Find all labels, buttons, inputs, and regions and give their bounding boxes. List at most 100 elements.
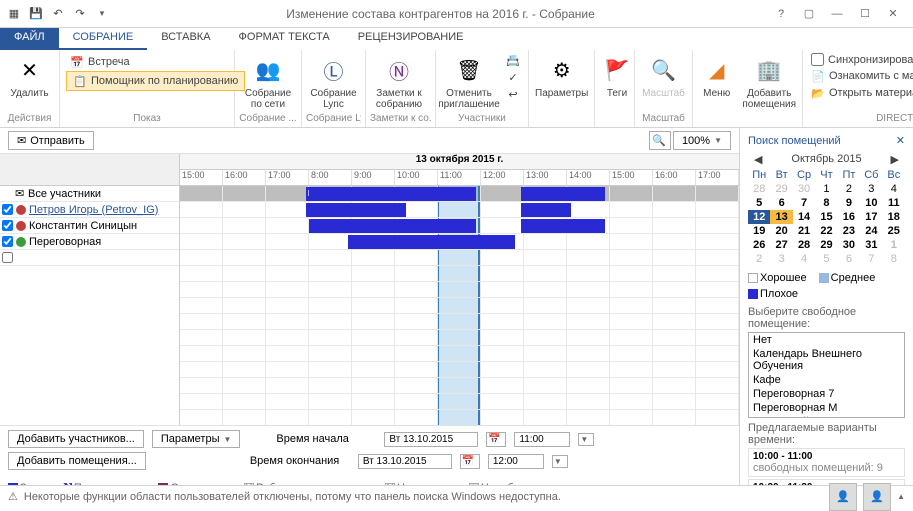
attendee-add-row[interactable] bbox=[0, 250, 179, 266]
cal-day[interactable]: 9 bbox=[838, 196, 860, 210]
cal-day[interactable]: 23 bbox=[838, 224, 860, 238]
responses-button[interactable]: ↩ bbox=[502, 86, 524, 102]
cal-day[interactable]: 16 bbox=[838, 210, 860, 224]
familiarize-button[interactable]: 📄Ознакомить с материалами bbox=[807, 68, 913, 84]
cal-day[interactable]: 27 bbox=[770, 238, 792, 252]
start-time-dropdown[interactable]: ▼ bbox=[578, 433, 594, 446]
cal-day[interactable]: 25 bbox=[883, 224, 905, 238]
attendee-row[interactable]: Константин Синицын bbox=[0, 218, 179, 234]
scheduling-assistant-button[interactable]: 📋Помощник по планированию bbox=[66, 71, 245, 91]
address-book-button[interactable]: 📇 bbox=[502, 52, 524, 68]
timeline[interactable]: 13 октября 2015 г. 15:0016:0017:008:009:… bbox=[180, 154, 739, 425]
busy-block[interactable] bbox=[306, 203, 356, 217]
tab-meeting[interactable]: СОБРАНИЕ bbox=[59, 28, 148, 50]
cal-day[interactable]: 6 bbox=[838, 252, 860, 266]
delete-button[interactable]: ✕ Удалить bbox=[4, 52, 55, 101]
cal-day[interactable]: 15 bbox=[815, 210, 837, 224]
cal-day[interactable]: 4 bbox=[793, 252, 815, 266]
cal-day[interactable]: 2 bbox=[838, 182, 860, 196]
cal-day[interactable]: 29 bbox=[815, 238, 837, 252]
cal-day[interactable]: 28 bbox=[793, 238, 815, 252]
cal-day[interactable]: 31 bbox=[860, 238, 882, 252]
cal-day[interactable]: 30 bbox=[793, 182, 815, 196]
busy-block[interactable] bbox=[309, 187, 477, 201]
tags-button[interactable]: 🚩Теги bbox=[599, 52, 635, 101]
room-option[interactable]: Календарь Внешнего Обучения bbox=[749, 347, 904, 373]
next-month-icon[interactable]: ▶ bbox=[891, 153, 899, 166]
attendee-row[interactable]: Петров Игорь (Petrov_IG) bbox=[0, 202, 179, 218]
pane-close-icon[interactable]: ✕ bbox=[896, 134, 905, 147]
cal-day[interactable]: 21 bbox=[793, 224, 815, 238]
qat-dropdown-icon[interactable]: ▼ bbox=[92, 4, 112, 24]
cal-day[interactable]: 29 bbox=[770, 182, 792, 196]
cal-day[interactable]: 10 bbox=[860, 196, 882, 210]
room-option[interactable]: Теннисный стол bbox=[749, 415, 904, 418]
cal-day[interactable]: 11 bbox=[883, 196, 905, 210]
meeting-notes-button[interactable]: ⓃЗаметки к собранию bbox=[370, 52, 428, 112]
cal-day[interactable]: 1 bbox=[815, 182, 837, 196]
options-button[interactable]: ⚙Параметры bbox=[533, 52, 590, 101]
cal-day[interactable]: 28 bbox=[748, 182, 770, 196]
collapse-ribbon-icon[interactable]: ▢ bbox=[797, 4, 821, 24]
busy-block[interactable] bbox=[356, 203, 406, 217]
app-icon[interactable]: ▦ bbox=[4, 4, 24, 24]
start-time-input[interactable] bbox=[514, 432, 570, 447]
cal-day[interactable]: 30 bbox=[838, 238, 860, 252]
cal-day[interactable]: 14 bbox=[793, 210, 815, 224]
cal-day[interactable]: 12 bbox=[748, 210, 770, 224]
redo-icon[interactable]: ↷ bbox=[70, 4, 90, 24]
room-option[interactable]: Переговорная М bbox=[749, 401, 904, 415]
cal-day[interactable]: 8 bbox=[883, 252, 905, 266]
undo-icon[interactable]: ↶ bbox=[48, 4, 68, 24]
online-meeting-button[interactable]: 👥Собрание по сети bbox=[239, 52, 297, 112]
sync-directum-checkbox[interactable]: Синхронизировать в DIRECTUM bbox=[807, 52, 913, 67]
attendee-checkbox[interactable] bbox=[2, 236, 13, 247]
check-names-button[interactable]: ✓ bbox=[502, 69, 524, 85]
busy-block[interactable] bbox=[309, 219, 477, 233]
cal-day[interactable]: 18 bbox=[883, 210, 905, 224]
cal-day[interactable]: 22 bbox=[815, 224, 837, 238]
cal-day[interactable]: 7 bbox=[860, 252, 882, 266]
cal-day[interactable]: 4 bbox=[883, 182, 905, 196]
end-time-dropdown[interactable]: ▼ bbox=[552, 455, 568, 468]
tab-review[interactable]: РЕЦЕНЗИРОВАНИЕ bbox=[344, 28, 478, 50]
cal-day[interactable]: 24 bbox=[860, 224, 882, 238]
attendee-row[interactable]: Переговорная bbox=[0, 234, 179, 250]
room-list[interactable]: НетКалендарь Внешнего ОбученияКафе Перего… bbox=[748, 332, 905, 418]
appointment-button[interactable]: 📅Встреча bbox=[66, 54, 245, 70]
add-participants-button[interactable]: Добавить участников... bbox=[8, 430, 144, 448]
cal-day[interactable]: 19 bbox=[748, 224, 770, 238]
save-icon[interactable]: 💾 bbox=[26, 4, 46, 24]
cal-day[interactable]: 20 bbox=[770, 224, 792, 238]
close-icon[interactable]: ✕ bbox=[881, 4, 905, 24]
busy-block[interactable] bbox=[348, 235, 516, 249]
cal-day[interactable]: 8 bbox=[815, 196, 837, 210]
cal-day[interactable]: 6 bbox=[770, 196, 792, 210]
busy-block[interactable] bbox=[521, 219, 605, 233]
room-option[interactable]: Нет bbox=[749, 333, 904, 347]
tab-format[interactable]: ФОРМАТ ТЕКСТА bbox=[225, 28, 344, 50]
minimize-icon[interactable]: — bbox=[825, 4, 849, 24]
end-date-picker[interactable]: 📅 bbox=[460, 454, 480, 469]
cal-day[interactable]: 17 bbox=[860, 210, 882, 224]
tab-insert[interactable]: ВСТАВКА bbox=[147, 28, 224, 50]
attendee-checkbox[interactable] bbox=[2, 204, 13, 215]
busy-block[interactable] bbox=[521, 203, 571, 217]
zoom-lens-button[interactable]: 🔍 bbox=[649, 131, 671, 150]
room-option[interactable]: Кафе bbox=[749, 373, 904, 387]
avatar-2[interactable]: 👤 bbox=[863, 483, 891, 511]
zoom-button[interactable]: 🔍Масштаб bbox=[639, 52, 688, 101]
cal-day[interactable]: 3 bbox=[770, 252, 792, 266]
ribbon-options-icon[interactable]: ? bbox=[769, 4, 793, 24]
avatar-1[interactable]: 👤 bbox=[829, 483, 857, 511]
busy-block[interactable] bbox=[521, 187, 605, 201]
cal-day[interactable]: 5 bbox=[815, 252, 837, 266]
send-button[interactable]: ✉Отправить bbox=[8, 131, 94, 150]
directum-menu-button[interactable]: ◢Меню bbox=[697, 52, 736, 101]
start-date-picker[interactable]: 📅 bbox=[486, 432, 506, 447]
cal-day[interactable]: 7 bbox=[793, 196, 815, 210]
params-button[interactable]: Параметры ▼ bbox=[152, 430, 241, 448]
cancel-invitation-button[interactable]: 🗑Отменить приглашение bbox=[440, 52, 498, 112]
people-pane-toggle[interactable]: ▲ bbox=[897, 492, 905, 501]
start-date-input[interactable] bbox=[384, 432, 478, 447]
